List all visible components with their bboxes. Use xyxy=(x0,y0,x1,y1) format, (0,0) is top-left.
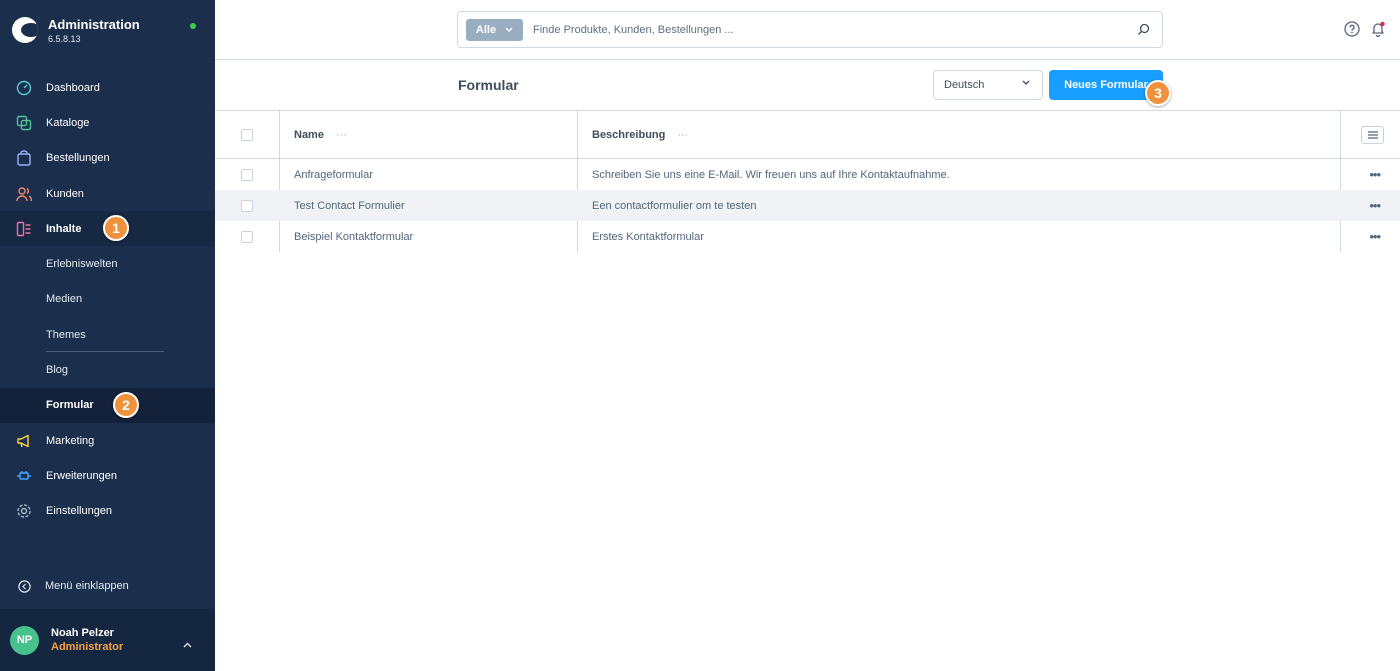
grid-header-row: Name ··· Beschreibung ··· xyxy=(215,111,1400,159)
chevron-down-icon xyxy=(505,27,513,32)
row-actions-icon[interactable]: ••• xyxy=(1369,167,1381,182)
table-row[interactable]: Test Contact Formulier Een contactformul… xyxy=(215,190,1400,221)
catalog-icon xyxy=(16,115,32,131)
form-grid: Name ··· Beschreibung ··· Anfrageformular … xyxy=(215,111,1400,252)
sidebar-item-label: Themes xyxy=(46,328,86,341)
user-name: Noah Pelzer xyxy=(51,627,114,639)
row-name[interactable]: Beispiel Kontaktformular xyxy=(294,231,413,243)
top-icons xyxy=(1344,21,1386,42)
user-role: Administrator xyxy=(51,641,124,653)
row-checkbox[interactable] xyxy=(241,168,253,181)
search-icon[interactable] xyxy=(1137,23,1150,36)
content-icon xyxy=(16,221,32,237)
sidebar-item-inhalte[interactable]: Inhalte 1 xyxy=(0,211,215,247)
language-value: Deutsch xyxy=(944,79,985,91)
sidebar-item-marketing[interactable]: Marketing xyxy=(0,423,215,458)
search-type-select[interactable]: Alle xyxy=(466,18,523,41)
user-panel[interactable]: NP Noah Pelzer Administrator xyxy=(0,609,215,671)
sidebar-item-label: Einstellungen xyxy=(46,505,113,518)
column-header-description[interactable]: Beschreibung ··· xyxy=(592,129,688,141)
main-nav: Dashboard Kataloge Bestellungen Kunden I… xyxy=(0,70,215,529)
sidebar-item-einstellungen[interactable]: Einstellungen xyxy=(0,494,215,529)
search-type-label: Alle xyxy=(475,23,497,36)
megaphone-icon xyxy=(16,433,32,449)
sidebar-subitem-formular[interactable]: Formular 2 xyxy=(0,387,215,423)
sidebar-subitem-erlebniswelten[interactable]: Erlebniswelten xyxy=(0,246,215,281)
sidebar-item-label: Medien xyxy=(46,293,83,306)
global-search: Alle xyxy=(457,11,1163,48)
top-bar: Alle xyxy=(215,0,1400,60)
sidebar-item-erweiterungen[interactable]: Erweiterungen xyxy=(0,458,215,493)
step-marker-3: 3 xyxy=(1145,80,1171,106)
row-description: Erstes Kontaktformular xyxy=(592,230,704,243)
gear-icon xyxy=(16,503,32,519)
sidebar-item-dashboard[interactable]: Dashboard xyxy=(0,70,215,105)
collapse-menu-button[interactable]: Menü einklappen xyxy=(0,575,215,597)
sidebar-subitem-medien[interactable]: Medien xyxy=(0,282,215,317)
status-indicator xyxy=(190,23,196,29)
search-input[interactable] xyxy=(533,23,1137,36)
sidebar: Administration 6.5.8.13 Dashboard Katalo… xyxy=(0,0,215,671)
sidebar-item-label: Marketing xyxy=(46,434,95,447)
row-actions-icon[interactable]: ••• xyxy=(1369,229,1381,244)
sidebar-item-kataloge[interactable]: Kataloge xyxy=(0,105,215,140)
sidebar-item-bestellungen[interactable]: Bestellungen xyxy=(0,141,215,176)
row-description: Een contactformulier om te testen xyxy=(592,199,757,212)
table-row[interactable]: Anfrageformular Schreiben Sie uns eine E… xyxy=(215,159,1400,190)
list-icon xyxy=(1367,131,1378,139)
row-checkbox[interactable] xyxy=(241,230,253,243)
sidebar-item-label: Dashboard xyxy=(46,81,100,94)
grid-settings-button[interactable] xyxy=(1361,126,1384,144)
language-select[interactable]: Deutsch xyxy=(933,70,1043,100)
column-menu-icon[interactable]: ··· xyxy=(677,129,688,141)
sidebar-subitem-themes[interactable]: Themes xyxy=(0,317,215,353)
select-all-checkbox[interactable] xyxy=(241,128,253,141)
chevron-down-icon xyxy=(1022,80,1030,85)
sidebar-item-label: Blog xyxy=(46,364,69,377)
sidebar-header: Administration 6.5.8.13 xyxy=(0,0,215,60)
table-row[interactable]: Beispiel Kontaktformular Erstes Kontaktf… xyxy=(215,221,1400,252)
sidebar-item-label: Inhalte xyxy=(46,222,82,235)
plug-icon xyxy=(16,468,32,484)
row-actions-icon[interactable]: ••• xyxy=(1369,198,1381,213)
collapse-label: Menü einklappen xyxy=(45,580,129,592)
notification-bell-icon[interactable] xyxy=(1370,21,1386,42)
sidebar-subitem-blog[interactable]: Blog xyxy=(0,352,215,387)
sidebar-item-label: Kunden xyxy=(46,187,84,200)
help-icon[interactable] xyxy=(1344,21,1360,42)
users-icon xyxy=(16,186,32,202)
page-header: Formular Deutsch Neues Formular 3 xyxy=(215,60,1400,111)
sidebar-item-label: Formular xyxy=(46,399,94,412)
brand: Administration 6.5.8.13 xyxy=(48,17,140,44)
sidebar-item-label: Erweiterungen xyxy=(46,469,117,482)
sidebar-item-kunden[interactable]: Kunden xyxy=(0,176,215,211)
gauge-icon xyxy=(16,80,32,96)
row-description: Schreiben Sie uns eine E-Mail. Wir freue… xyxy=(592,168,950,181)
step-marker-1: 1 xyxy=(103,215,129,242)
row-name[interactable]: Anfrageformular xyxy=(294,169,373,181)
step-marker-2: 2 xyxy=(113,391,139,418)
column-header-name[interactable]: Name ··· xyxy=(294,129,347,141)
user-info: Noah Pelzer Administrator xyxy=(51,627,123,653)
row-name[interactable]: Test Contact Formulier xyxy=(294,200,405,212)
app-version: 6.5.8.13 xyxy=(48,33,81,44)
row-checkbox[interactable] xyxy=(241,199,253,212)
sidebar-item-label: Bestellungen xyxy=(46,152,110,165)
shopware-logo[interactable] xyxy=(12,17,38,43)
page-title: Formular xyxy=(458,77,519,93)
sidebar-item-label: Erlebniswelten xyxy=(46,258,118,271)
sidebar-item-label: Kataloge xyxy=(46,116,90,129)
column-menu-icon[interactable]: ··· xyxy=(336,129,347,141)
avatar: NP xyxy=(10,625,39,655)
collapse-icon xyxy=(18,579,31,593)
app-title: Administration xyxy=(48,16,140,32)
bag-icon xyxy=(16,150,32,166)
chevron-up-icon[interactable] xyxy=(183,635,192,653)
new-form-label: Neues Formular xyxy=(1064,79,1148,91)
